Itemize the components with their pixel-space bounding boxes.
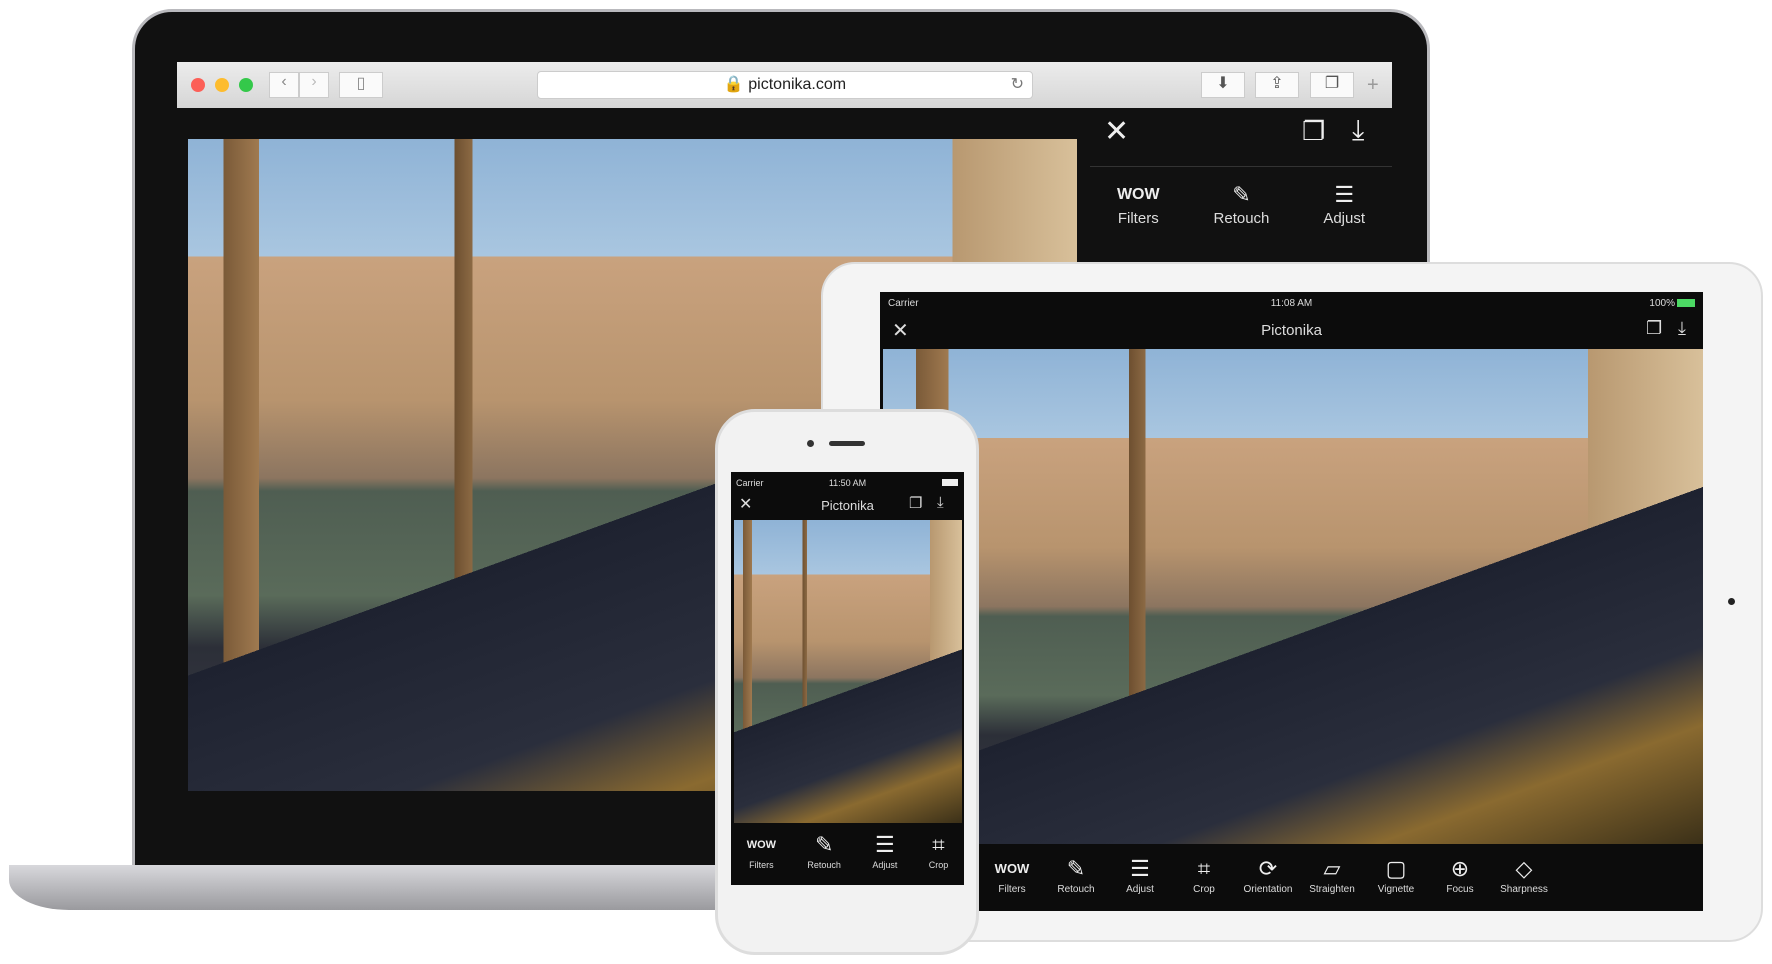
wow-icon: WOW (1116, 186, 1160, 203)
sliders-icon: ☰ (874, 832, 895, 857)
download-icon[interactable]: ⤓ (1352, 114, 1364, 147)
sliders-icon: ☰ (1130, 856, 1150, 881)
tool-straighten[interactable]: ▱ Straighten (1300, 854, 1364, 895)
clock: 11:50 AM (828, 478, 867, 488)
iphone-camera (807, 440, 814, 447)
sidebar-icon[interactable]: ▯ (339, 72, 383, 98)
iphone-toolbar: WOW Filters ✎ Retouch ☰ Adjust ⌗ Crop (731, 830, 964, 870)
tool-retouch[interactable]: ✎ Retouch (1044, 854, 1108, 895)
address-bar[interactable]: 🔒 pictonika.com ↻ (537, 71, 1033, 99)
brush-icon: ✎ (1066, 856, 1086, 881)
vignette-icon: ▢ (1385, 856, 1407, 881)
iphone-screen: Carrier 11:50 AM ✕ Pictonika ❐ ⤓ WOW Filt… (731, 472, 964, 885)
straighten-icon: ▱ (1323, 856, 1341, 881)
ipad-home-button (1728, 598, 1735, 605)
minimize-button[interactable] (215, 78, 229, 92)
back-button[interactable]: ‹ (269, 72, 299, 98)
compare-icon[interactable]: ❐ (909, 494, 922, 512)
forward-button[interactable]: › (299, 72, 329, 98)
tool-filters[interactable]: WOW Filters (980, 854, 1044, 895)
tool-sharpness[interactable]: ◇ Sharpness (1492, 854, 1556, 895)
ipad-toolbar: WOW Filters ✎ Retouch ☰ Adjust ⌗ Crop ⟳ Orien… (980, 854, 1556, 895)
ipad-status-bar: Carrier 11:08 AM 100% (888, 298, 1695, 309)
app-title: Pictonika (1261, 322, 1322, 339)
ipad-photo (883, 349, 1703, 844)
wow-icon: WOW (746, 839, 777, 851)
tool-retouch[interactable]: ✎ Retouch (807, 830, 841, 870)
crop-icon: ⌗ (932, 832, 945, 857)
rotate-camera-icon: ⟳ (1258, 856, 1278, 881)
laptop-side-panel: ✕ ❐ ⤓ WOW Filters ✎ Retouch ☰ Adjust (1090, 108, 1392, 268)
battery-icon (942, 479, 958, 486)
tool-orientation[interactable]: ⟳ Orientation (1236, 854, 1300, 895)
tool-adjust[interactable]: ☰ Adjust (1108, 854, 1172, 895)
downloads-button[interactable]: ⬇ (1201, 72, 1245, 98)
battery-level: 100% (1649, 298, 1675, 309)
sliders-icon: ☰ (1334, 182, 1355, 207)
wow-icon: WOW (994, 861, 1030, 876)
iphone-speaker (829, 441, 865, 446)
app-title: Pictonika (821, 498, 874, 513)
compare-icon[interactable]: ❐ (1302, 116, 1325, 147)
share-button[interactable]: ⇪ (1255, 72, 1299, 98)
close-button[interactable] (191, 78, 205, 92)
new-tab-button[interactable]: + (1367, 74, 1379, 97)
brush-icon: ✎ (1232, 182, 1251, 207)
crop-icon: ⌗ (1197, 856, 1211, 881)
tool-retouch[interactable]: ✎ Retouch (1214, 180, 1270, 227)
tool-filters[interactable]: WOW Filters (747, 830, 776, 870)
diamond-icon: ◇ (1515, 856, 1533, 881)
url-text: pictonika.com (748, 76, 847, 93)
download-icon[interactable]: ⤓ (937, 494, 944, 511)
reload-icon[interactable]: ↻ (1011, 72, 1024, 98)
focus-icon: ⊕ (1450, 856, 1470, 881)
battery-icon (1677, 299, 1695, 307)
clock: 11:08 AM (1270, 298, 1313, 309)
close-icon[interactable]: ✕ (1104, 114, 1129, 149)
tool-filters[interactable]: WOW Filters (1117, 180, 1160, 227)
tool-crop[interactable]: ⌗ Crop (929, 830, 949, 870)
tool-vignette[interactable]: ▢ Vignette (1364, 854, 1428, 895)
browser-toolbar: ‹ › ▯ 🔒 pictonika.com ↻ ⬇ ⇪ ❐ + (177, 62, 1392, 108)
tool-crop[interactable]: ⌗ Crop (1172, 854, 1236, 895)
zoom-button[interactable] (239, 78, 253, 92)
compare-icon[interactable]: ❐ (1646, 318, 1662, 339)
tool-adjust[interactable]: ☰ Adjust (872, 830, 897, 870)
brush-icon: ✎ (814, 832, 834, 857)
tool-adjust[interactable]: ☰ Adjust (1323, 180, 1365, 227)
tool-focus[interactable]: ⊕ Focus (1428, 854, 1492, 895)
ipad-screen: Carrier 11:08 AM 100% ✕ Pictonika ❐ ⤓ WO… (880, 292, 1703, 911)
tabs-button[interactable]: ❐ (1310, 72, 1354, 98)
iphone-photo (734, 520, 962, 823)
download-icon[interactable]: ⤓ (1678, 318, 1686, 339)
